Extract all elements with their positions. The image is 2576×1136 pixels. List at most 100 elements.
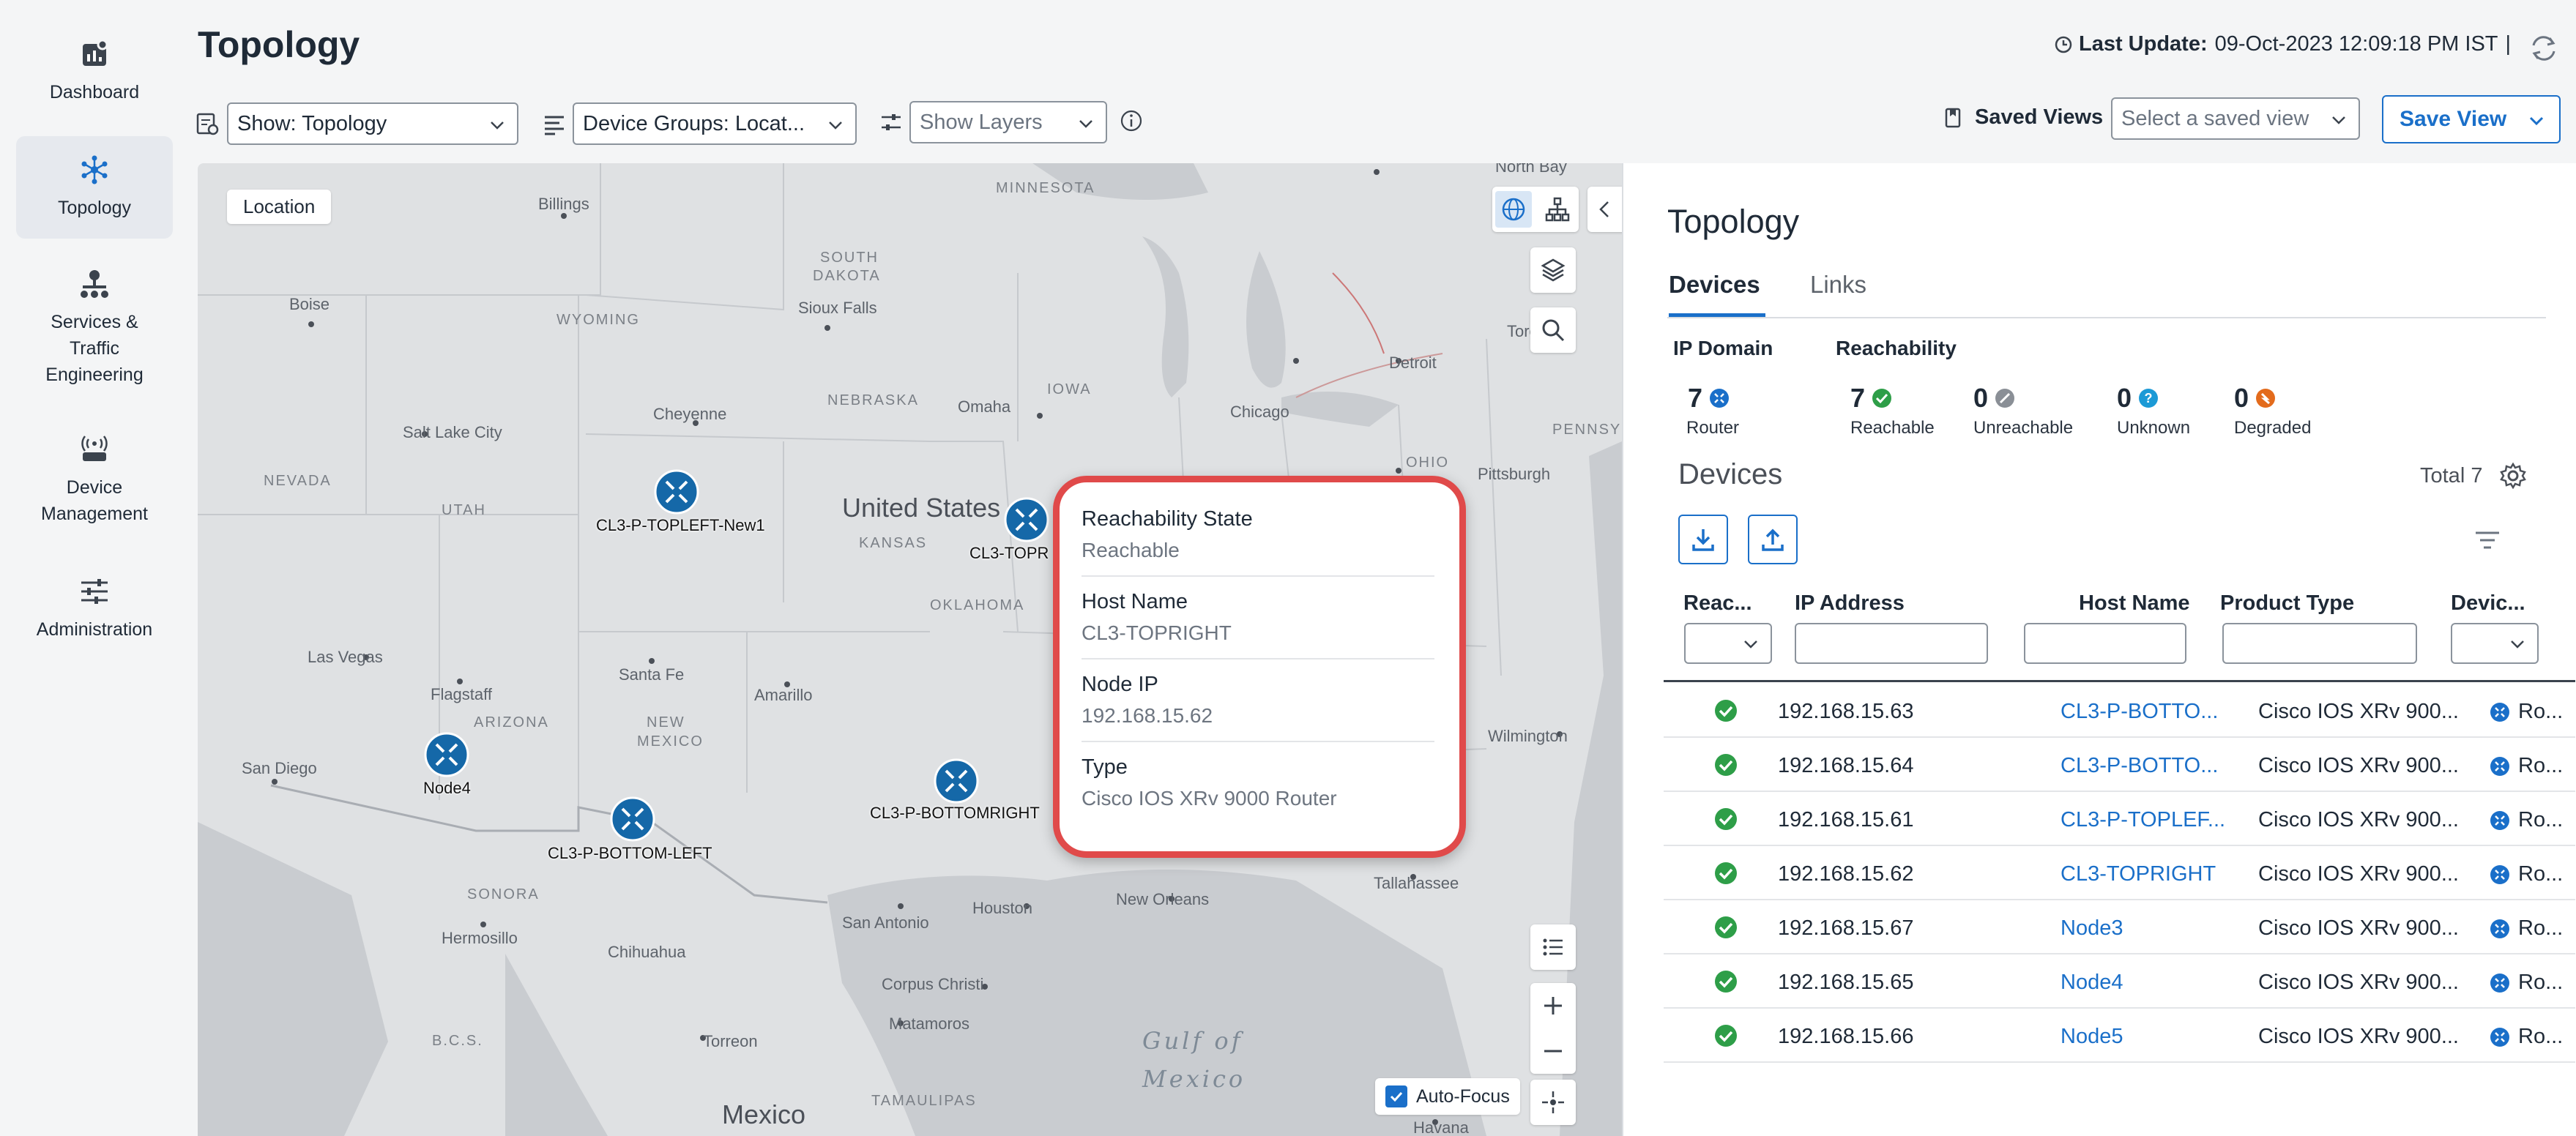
degraded-icon [2256, 389, 2276, 408]
save-view-button[interactable]: Save View [2382, 95, 2561, 143]
topology-side-panel: Topology Devices Links IP Domain Reachab… [1622, 163, 2576, 1136]
nav-item-dashboard[interactable]: Dashboard [16, 38, 173, 111]
unknown-icon: ? [2139, 389, 2159, 408]
filter-reachability-select[interactable] [1684, 623, 1772, 664]
tooltip-key: Reachability State [1082, 507, 1253, 531]
refresh-icon[interactable] [2528, 32, 2560, 64]
tab-devices[interactable]: Devices [1669, 271, 1760, 299]
table-row[interactable]: 192.168.15.63 CL3-P-BOTTO... Cisco IOS X… [1664, 684, 2575, 738]
topology-icon [81, 155, 108, 184]
cell-host-link[interactable]: CL3-P-BOTTO... [2061, 700, 2218, 724]
cell-ip: 192.168.15.66 [1778, 1025, 1914, 1048]
nav-item-device-management[interactable]: Device Management [16, 433, 173, 536]
tab-links[interactable]: Links [1810, 271, 1866, 299]
unreachable-icon [1995, 389, 2015, 408]
city-pittsburgh: Pittsburgh [1478, 465, 1550, 483]
router-node-topleft[interactable] [653, 468, 700, 515]
router-node-bottomright[interactable] [933, 758, 980, 804]
zoom-out-icon[interactable] [1540, 1038, 1566, 1064]
table-row[interactable]: 192.168.15.65 Node4 Cisco IOS XRv 900...… [1664, 954, 2575, 1009]
col-header-device[interactable]: Devic... [2451, 591, 2525, 616]
device-groups-dropdown[interactable]: Device Groups: Locat... [573, 102, 857, 145]
router-node-bottomleft[interactable] [609, 796, 656, 842]
layers-button[interactable] [1530, 247, 1576, 293]
filter-device-select[interactable] [2451, 623, 2539, 664]
col-header-reachability[interactable]: Reac... [1683, 591, 1752, 616]
city-matamoros: Matamoros [889, 1014, 969, 1033]
cell-host-link[interactable]: Node3 [2061, 916, 2123, 941]
table-row[interactable]: 192.168.15.67 Node3 Cisco IOS XRv 900...… [1664, 900, 2575, 954]
stat-unknown[interactable]: 0 ? Unknown [2117, 383, 2190, 438]
saved-view-select[interactable]: Select a saved view [2111, 97, 2360, 140]
router-node-topright[interactable] [1003, 496, 1050, 543]
stat-reachable[interactable]: 7 Reachable [1850, 383, 1935, 438]
label-utah: UTAH [442, 502, 486, 518]
label-arizona: ARIZONA [474, 714, 549, 730]
table-row[interactable]: 192.168.15.64 CL3-P-BOTTO... Cisco IOS X… [1664, 738, 2575, 792]
filter-product-input[interactable] [2222, 623, 2417, 664]
stat-router[interactable]: 7 Router [1686, 383, 1739, 438]
tooltip-row-type: Type Cisco IOS XRv 9000 Router [1082, 755, 1434, 823]
chevron-left-icon[interactable] [1593, 198, 1615, 220]
download-button[interactable] [1678, 515, 1728, 564]
city-cheyenne: Cheyenne [653, 405, 726, 423]
location-chip[interactable]: Location [227, 190, 332, 224]
show-dropdown[interactable]: Show: Topology [227, 102, 518, 145]
col-header-product[interactable]: Product Type [2220, 591, 2354, 616]
col-header-host[interactable]: Host Name [2079, 591, 2190, 616]
label-kansas: KANSAS [859, 535, 927, 551]
cell-host-link[interactable]: CL3-TOPRIGHT [2061, 862, 2216, 886]
hierarchy-icon[interactable] [1539, 191, 1576, 228]
label-tamaulipas: TAMAULIPAS [871, 1093, 977, 1109]
city-flagstaff: Flagstaff [431, 685, 493, 703]
nav-item-services[interactable]: Services & Traffic Engineering [16, 268, 173, 392]
last-update: Last Update: 09-Oct-2023 12:09:18 PM IST… [2054, 32, 2511, 56]
info-icon[interactable] [1119, 108, 1144, 133]
cell-product: Cisco IOS XRv 900... [2258, 862, 2459, 886]
gear-icon[interactable] [2498, 461, 2528, 490]
cell-host-link[interactable]: Node4 [2061, 971, 2123, 995]
map-search-button[interactable] [1530, 307, 1576, 353]
router-node-node4[interactable] [423, 731, 470, 778]
filter-host-input[interactable] [2024, 623, 2186, 664]
globe-icon[interactable] [1495, 191, 1532, 228]
city-houston: Houston [972, 899, 1032, 917]
download-icon [1692, 529, 1714, 551]
label-ohio: OHIO [1406, 455, 1449, 471]
nav-item-topology[interactable]: Topology [16, 136, 173, 239]
col-header-ip[interactable]: IP Address [1795, 591, 1905, 616]
cell-host-link[interactable]: CL3-P-BOTTO... [2061, 754, 2218, 778]
cell-host-link[interactable]: Node5 [2061, 1025, 2123, 1049]
cell-device-type: Ro... [2489, 971, 2563, 995]
ip-domain-heading: IP Domain [1673, 337, 1773, 359]
table-row[interactable]: 192.168.15.62 CL3-TOPRIGHT Cisco IOS XRv… [1664, 846, 2575, 900]
check-circle-icon [1715, 700, 1737, 722]
autofocus-checkbox[interactable] [1385, 1085, 1407, 1107]
cell-host-link[interactable]: CL3-P-TOPLEF... [2061, 808, 2225, 832]
table-row[interactable]: 192.168.15.66 Node5 Cisco IOS XRv 900...… [1664, 1009, 2575, 1063]
stat-degraded[interactable]: 0 Degraded [2234, 383, 2311, 438]
stat-unreachable[interactable]: 0 Unreachable [1973, 383, 2073, 438]
cell-device-text: Ro... [2518, 700, 2564, 723]
dashboard-icon [83, 39, 108, 66]
tooltip-row-hostname: Host Name CL3-TOPRIGHT [1082, 590, 1434, 659]
recenter-button[interactable] [1530, 1080, 1576, 1125]
table-row[interactable]: 192.168.15.61 CL3-P-TOPLEF... Cisco IOS … [1664, 792, 2575, 846]
autofocus-toggle[interactable]: Auto-Focus [1375, 1078, 1520, 1115]
stat-unknown-label: Unknown [2117, 418, 2191, 438]
zoom-in-icon[interactable] [1540, 993, 1566, 1019]
stat-reachable-label: Reachable [1850, 418, 1935, 438]
filter-ip-input[interactable] [1795, 623, 1988, 664]
last-update-value: 09-Oct-2023 12:09:18 PM IST [2214, 32, 2498, 56]
upload-button[interactable] [1748, 515, 1798, 564]
show-layers-dropdown[interactable]: Show Layers [909, 101, 1107, 143]
check-circle-icon [1715, 916, 1737, 938]
label-bcs: B.C.S. [432, 1033, 483, 1049]
filter-icon[interactable] [2473, 526, 2502, 555]
check-circle-icon [1715, 808, 1737, 830]
chevron-down-icon [2511, 640, 2524, 649]
legend-button[interactable] [1530, 924, 1576, 970]
nav-item-administration[interactable]: Administration [16, 575, 173, 649]
city-tallahassee: Tallahassee [1374, 874, 1459, 892]
chevron-down-icon [1079, 120, 1092, 128]
